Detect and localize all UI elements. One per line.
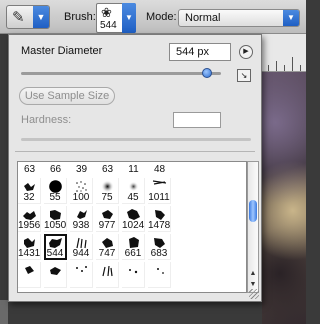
tools-panel-edge	[0, 300, 8, 324]
brush-preset[interactable]	[44, 262, 67, 288]
brush-preset[interactable]: 75	[96, 178, 119, 204]
brush-preset-picker[interactable]: ❀ 544 ▼	[96, 3, 136, 33]
brush-tip-icon: ❀	[101, 5, 112, 20]
brush-preset[interactable]: 1050	[44, 206, 67, 232]
panel-menu-button[interactable]: ▶	[239, 45, 253, 59]
master-diameter-label: Master Diameter	[21, 45, 103, 57]
brush-size: 1024	[122, 220, 145, 231]
play-arrow-icon: ▶	[243, 48, 249, 55]
diameter-slider-thumb[interactable]	[202, 68, 212, 78]
brush-preset[interactable]: 661	[122, 234, 145, 260]
restore-size-icon: ↘	[240, 71, 248, 80]
brush-size: 661	[124, 248, 142, 259]
brush-preset-grid: 63 66 39 63 11 48 32 55 100 75 45 1011 1…	[17, 161, 247, 293]
scatter-brush-icon	[157, 268, 164, 274]
brush-size: 45	[127, 192, 139, 203]
brush-preset[interactable]: 944	[70, 234, 93, 260]
brush-preset[interactable]: 100	[70, 178, 93, 204]
chevron-down-icon: ▼	[33, 6, 49, 28]
brush-size: 977	[98, 220, 116, 231]
use-sample-size-button[interactable]: Use Sample Size	[19, 87, 115, 105]
brush-preset[interactable]: 977	[96, 206, 119, 232]
brush-preset[interactable]	[70, 262, 93, 288]
brush-number: 63	[23, 164, 36, 175]
brush-number: 11	[128, 164, 139, 175]
brush-preset[interactable]: 747	[96, 234, 119, 260]
brush-preset[interactable]	[18, 262, 41, 288]
brush-size: 544	[46, 248, 64, 259]
brush-preset-selected[interactable]: 544	[44, 234, 67, 260]
brush-preset[interactable]: 683	[148, 234, 171, 260]
brush-label: Brush:	[64, 11, 96, 23]
brush-size: 1431	[18, 248, 41, 259]
brush-number: 39	[75, 164, 88, 175]
panel-divider	[15, 151, 255, 152]
brush-size-value: 544	[100, 20, 117, 31]
options-bar: ✎ ▼ Brush: ❀ 544 ▼ Mode: Normal ▼	[0, 0, 306, 34]
canvas-image[interactable]	[262, 72, 306, 324]
tool-preset-picker[interactable]: ✎ ▼	[6, 5, 50, 29]
brush-size: 75	[101, 192, 113, 203]
brush-size: 55	[49, 192, 61, 203]
brush-size: 747	[98, 248, 116, 259]
brush-preset[interactable]: 32	[18, 178, 41, 204]
scatter-brush-icon	[76, 266, 87, 272]
brush-preset[interactable]: 55	[44, 178, 67, 204]
mode-value: Normal	[185, 12, 221, 24]
brush-size: 1956	[18, 220, 41, 231]
brush-size: 32	[23, 192, 35, 203]
mode-label: Mode:	[146, 11, 177, 23]
brush-size: 1478	[148, 220, 171, 231]
scatter-brush-icon	[129, 269, 138, 274]
panel-resize-grip[interactable]	[249, 289, 259, 299]
master-diameter-field[interactable]: 544 px	[169, 43, 231, 61]
chevron-down-icon: ▼	[283, 10, 299, 26]
brush-preset-panel: Master Diameter 544 px ▶ ↘ Use Sample Si…	[8, 34, 262, 302]
horizontal-ruler	[262, 34, 306, 72]
brush-size: 100	[72, 192, 90, 203]
diameter-slider-track[interactable]	[21, 72, 221, 75]
scrollbar-thumb[interactable]	[249, 200, 257, 222]
brush-preset[interactable]	[148, 262, 171, 288]
chevron-down-icon: ▼	[122, 3, 136, 33]
brush-icon: ✎	[12, 9, 25, 26]
brush-preset[interactable]: 1478	[148, 206, 171, 232]
brush-preset[interactable]: 1024	[122, 206, 145, 232]
brush-number: 48	[153, 164, 166, 175]
mode-select[interactable]: Normal ▼	[178, 9, 300, 27]
brush-preset[interactable]	[96, 262, 119, 288]
grass-brush-icon	[102, 265, 113, 277]
brush-size: 1050	[44, 220, 67, 231]
brush-size: 683	[150, 248, 168, 259]
brush-size: 944	[72, 248, 90, 259]
splatter-brush-icon	[50, 267, 61, 275]
brush-size: 1011	[148, 192, 170, 203]
brush-size: 938	[72, 220, 90, 231]
brush-preset[interactable]: 1956	[18, 206, 41, 232]
restore-size-button[interactable]: ↘	[237, 69, 251, 82]
brush-preset[interactable]: 45	[122, 178, 145, 204]
brush-preset[interactable]: 1011	[148, 178, 171, 204]
brush-preset[interactable]	[122, 262, 145, 288]
brush-preset[interactable]: 938	[70, 206, 93, 232]
hardness-slider-track[interactable]	[21, 138, 251, 141]
brush-grid-scrollbar[interactable]: ▲ ▼	[247, 161, 259, 293]
brush-preset[interactable]: 1431	[18, 234, 41, 260]
hardness-field[interactable]	[173, 112, 221, 128]
brush-number: 66	[49, 164, 62, 175]
scroll-up-icon[interactable]: ▲	[248, 270, 258, 280]
splatter-brush-icon	[25, 266, 34, 274]
brush-number: 63	[101, 164, 114, 175]
hardness-label: Hardness:	[21, 114, 72, 126]
